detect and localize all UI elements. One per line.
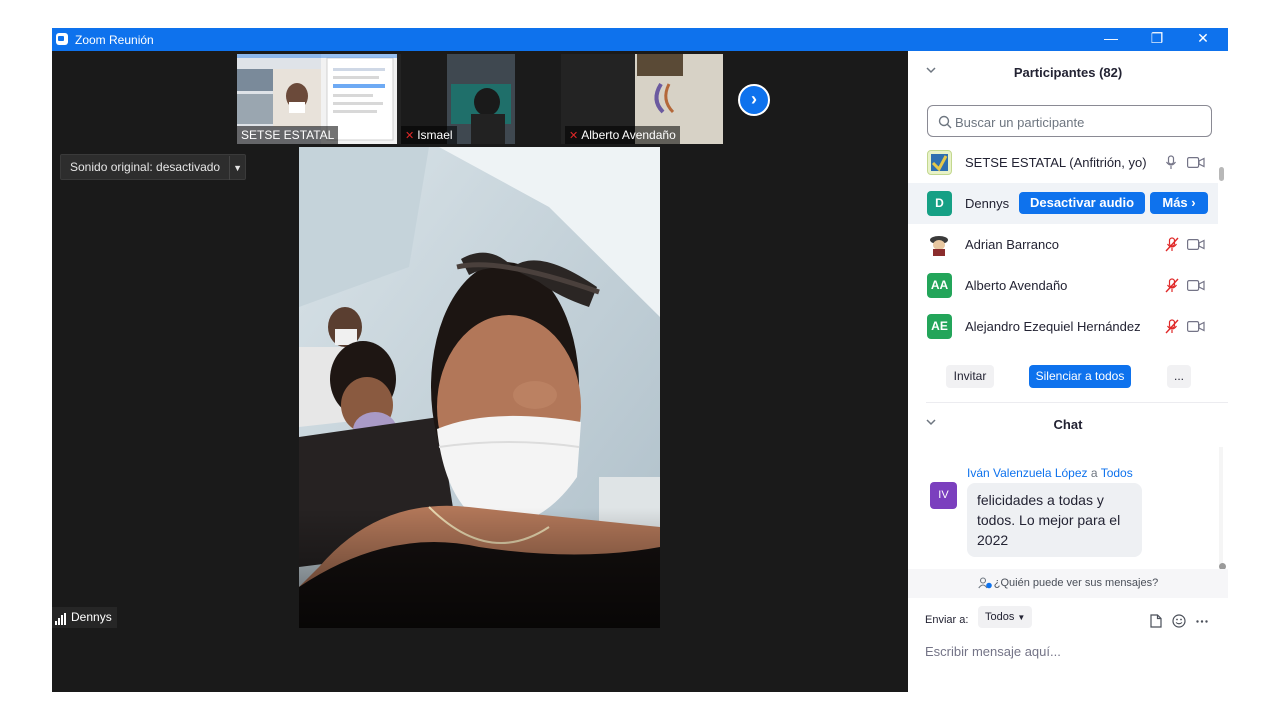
search-icon: [938, 115, 952, 129]
mic-on-icon[interactable]: [1165, 155, 1177, 170]
speaker-name-tag: Dennys: [52, 607, 117, 628]
video-area: SETSE ESTATAL ✕ Ismael ✕ Alberto Avendañ…: [52, 51, 908, 692]
video-thumbnail[interactable]: ✕ Alberto Avendaño: [565, 54, 723, 144]
host-logo-avatar: [927, 150, 952, 175]
participant-avatar: AA: [927, 273, 952, 298]
video-off-icon[interactable]: [1187, 321, 1205, 332]
title-bar: Zoom Reunión — ❐ ✕: [52, 28, 1228, 51]
chat-scrollbar[interactable]: [1219, 447, 1223, 572]
send-to-label: Enviar a:: [925, 614, 969, 626]
zoom-window: Zoom Reunión — ❐ ✕ SETSE ESTATAL ✕ Ismae…: [52, 28, 1228, 692]
dropdown-arrow-icon[interactable]: ▼: [229, 156, 245, 180]
participant-search[interactable]: [927, 105, 1212, 137]
thumbnail-strip: SETSE ESTATAL ✕ Ismael ✕ Alberto Avendañ…: [237, 54, 723, 144]
participant-row[interactable]: D Dennys Desactivar audio Más ›: [908, 183, 1218, 224]
mic-muted-icon: ✕: [569, 130, 579, 142]
minimize-button[interactable]: —: [1088, 29, 1134, 50]
participant-row[interactable]: AE Alejandro Ezequiel Hernández: [908, 306, 1218, 347]
invite-button[interactable]: Invitar: [946, 365, 994, 388]
original-sound-button[interactable]: Sonido original: desactivado ▼: [60, 154, 247, 180]
video-thumbnail[interactable]: ✕ Ismael: [401, 54, 561, 144]
more-options-button[interactable]: Más ›: [1150, 192, 1208, 214]
more-options-icon[interactable]: [1196, 620, 1208, 623]
search-input[interactable]: [955, 112, 1205, 132]
signal-strength-icon: [55, 611, 67, 625]
chevron-down-icon: ▼: [1017, 613, 1026, 622]
mute-all-button[interactable]: Silenciar a todos: [1029, 365, 1131, 388]
participant-avatar: D: [927, 191, 952, 216]
who-can-see-link[interactable]: ¿Quién puede ver sus mensajes?: [908, 569, 1228, 598]
unmute-request-button[interactable]: Desactivar audio: [1019, 192, 1145, 214]
chat-sender-name[interactable]: Iván Valenzuela López: [967, 466, 1088, 480]
send-to-dropdown[interactable]: Todos ▼: [978, 606, 1033, 628]
video-thumbnail[interactable]: SETSE ESTATAL: [237, 54, 397, 144]
chat-message-bubble: felicidades a todas y todos. Lo mejor pa…: [967, 483, 1142, 557]
participant-row[interactable]: AA Alberto Avendaño: [908, 265, 1218, 306]
participant-avatar: [927, 232, 952, 257]
participant-row[interactable]: SETSE ESTATAL (Anfitrión, yo): [908, 142, 1218, 183]
chat-avatar: IV: [930, 482, 957, 509]
side-panel: Participantes (82) SETSE ESTATAL (Anfitr…: [908, 51, 1228, 692]
person-info-icon: [978, 577, 992, 589]
mic-muted-icon: ✕: [405, 130, 415, 142]
video-off-icon[interactable]: [1187, 239, 1205, 250]
thumbnail-name: ✕ Ismael: [401, 126, 457, 144]
emoji-icon[interactable]: [1172, 614, 1186, 628]
zoom-app-icon: [56, 33, 68, 45]
chat-header: Chat: [908, 403, 1228, 447]
chevron-right-icon: ›: [751, 89, 757, 109]
file-icon[interactable]: [1150, 614, 1162, 628]
thumbnail-name: ✕ Alberto Avendaño: [565, 126, 680, 144]
participant-avatar: AE: [927, 314, 952, 339]
chat-message-meta: Iván Valenzuela López a Todos: [967, 466, 1133, 480]
participant-list: SETSE ESTATAL (Anfitrión, yo) D Dennys D…: [908, 142, 1228, 348]
thumbnail-name: SETSE ESTATAL: [237, 126, 339, 144]
video-off-icon[interactable]: [1187, 280, 1205, 291]
participants-more-button[interactable]: ...: [1167, 365, 1191, 388]
close-button[interactable]: ✕: [1180, 29, 1226, 50]
window-title: Zoom Reunión: [75, 33, 154, 47]
restore-button[interactable]: ❐: [1134, 29, 1180, 50]
next-page-button[interactable]: ›: [738, 84, 770, 116]
seal-icon: [931, 154, 948, 172]
video-off-icon[interactable]: [1187, 157, 1205, 168]
mic-muted-icon[interactable]: [1165, 319, 1179, 334]
cartoon-avatar-icon: [930, 236, 948, 256]
mic-muted-icon[interactable]: [1165, 237, 1179, 252]
chat-title: Chat: [1053, 417, 1083, 432]
mic-muted-icon[interactable]: [1165, 278, 1179, 293]
active-speaker-video: [299, 147, 660, 628]
speaker-video-frame: [299, 147, 660, 628]
participant-list-scrollbar[interactable]: [1219, 167, 1224, 181]
participants-title: Participantes (82): [1013, 65, 1123, 80]
participant-row[interactable]: Adrian Barranco: [908, 224, 1218, 265]
chat-message-input[interactable]: [925, 639, 1215, 663]
chat-recipient: Todos: [1100, 466, 1133, 480]
participants-header: Participantes (82): [908, 51, 1228, 95]
